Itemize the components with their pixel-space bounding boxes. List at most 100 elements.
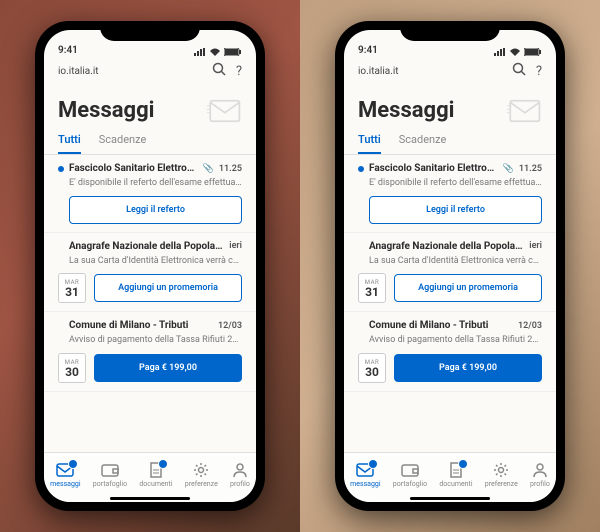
nav-profilo[interactable]: profilo: [530, 461, 550, 488]
tab-tutti[interactable]: Tutti: [358, 133, 381, 154]
nav-label: documenti: [139, 480, 172, 488]
phone-frame: 9:41 io.italia.it ? Messaggi Tutti: [335, 21, 565, 511]
message-action-button[interactable]: Leggi il referto: [69, 196, 242, 224]
screen: 9:41 io.italia.it ? Messaggi Tutti: [344, 30, 556, 502]
header-row: io.italia.it ?: [44, 58, 256, 84]
search-icon[interactable]: [512, 62, 526, 80]
message-body: La sua Carta d'Identità Elettronica verr…: [69, 256, 242, 268]
nav-preferenze[interactable]: preferenze: [485, 461, 518, 488]
nav-label: preferenze: [185, 480, 218, 488]
message-item[interactable]: Fascicolo Sanitario Elettronico 📎 11.25 …: [44, 155, 256, 233]
preferenze-icon: [193, 461, 209, 479]
message-action-button[interactable]: Paga € 199,00: [94, 354, 242, 382]
message-time: ieri: [229, 241, 242, 251]
message-item[interactable]: Anagrafe Nazionale della Popolazione … i…: [344, 233, 556, 313]
message-list: Fascicolo Sanitario Elettronico 📎 11.25 …: [44, 155, 256, 452]
message-item[interactable]: Comune di Milano - Tributi 12/03 Avviso …: [44, 312, 256, 392]
nav-label: messaggi: [350, 480, 380, 488]
portafoglio-icon: [101, 461, 119, 479]
message-time: 12/03: [218, 321, 242, 331]
search-icon[interactable]: [212, 62, 226, 80]
documenti-icon: [148, 461, 164, 479]
nav-badge: [158, 459, 168, 469]
nav-badge: [368, 459, 378, 469]
message-body: Avviso di pagamento della Tassa Rifiuti …: [69, 335, 242, 347]
home-indicator: [410, 497, 490, 500]
url: io.italia.it: [358, 66, 399, 77]
message-list: Fascicolo Sanitario Elettronico 📎 11.25 …: [344, 155, 556, 452]
tab-tutti[interactable]: Tutti: [58, 133, 81, 154]
status-time: 9:41: [358, 45, 378, 56]
page-title: Messaggi: [58, 98, 154, 123]
page-title: Messaggi: [358, 98, 454, 123]
message-title: Comune di Milano - Tributi: [369, 320, 513, 331]
home-indicator: [110, 497, 190, 500]
message-action-button[interactable]: Aggiungi un promemoria: [94, 274, 242, 302]
envelope-icon: [506, 99, 542, 123]
photo-brick-bg: 9:41 io.italia.it ? Messaggi Tutti: [0, 0, 300, 532]
messaggi-icon: [356, 461, 374, 479]
unread-dot: [358, 166, 364, 172]
message-action-button[interactable]: Aggiungi un promemoria: [394, 274, 542, 302]
tab-scadenze[interactable]: Scadenze: [99, 133, 147, 154]
phone-frame: 9:41 io.italia.it ? Messaggi Tutti: [35, 21, 265, 511]
profilo-icon: [532, 461, 548, 479]
nav-messaggi[interactable]: messaggi: [350, 461, 380, 488]
nav-label: profilo: [230, 480, 250, 488]
message-title: Anagrafe Nazionale della Popolazione …: [369, 241, 524, 252]
message-item[interactable]: Comune di Milano - Tributi 12/03 Avviso …: [344, 312, 556, 392]
nav-label: preferenze: [485, 480, 518, 488]
nav-badge: [68, 459, 78, 469]
header-row: io.italia.it ?: [344, 58, 556, 84]
message-time: 11.25: [219, 164, 242, 174]
tabs: Tutti Scadenze: [344, 127, 556, 155]
message-title: Fascicolo Sanitario Elettronico: [369, 163, 498, 174]
envelope-icon: [206, 99, 242, 123]
tab-scadenze[interactable]: Scadenze: [399, 133, 447, 154]
status-time: 9:41: [58, 45, 78, 56]
unread-dot: [58, 166, 64, 172]
nav-label: messaggi: [50, 480, 80, 488]
nav-portafoglio[interactable]: portafoglio: [93, 461, 127, 488]
message-action-button[interactable]: Paga € 199,00: [394, 354, 542, 382]
message-item[interactable]: Anagrafe Nazionale della Popolazione … i…: [44, 233, 256, 313]
photo-bokeh-bg: 9:41 io.italia.it ? Messaggi Tutti: [300, 0, 600, 532]
nav-label: profilo: [530, 480, 550, 488]
date-badge: MAR30: [358, 353, 386, 383]
nav-preferenze[interactable]: preferenze: [185, 461, 218, 488]
nav-portafoglio[interactable]: portafoglio: [393, 461, 427, 488]
message-time: 11.25: [519, 164, 542, 174]
message-body: Avviso di pagamento della Tassa Rifiuti …: [369, 335, 542, 347]
nav-label: documenti: [439, 480, 472, 488]
message-title: Fascicolo Sanitario Elettronico: [69, 163, 198, 174]
message-body: E' disponibile il referto dell'esame eff…: [369, 178, 542, 190]
message-time: 12/03: [518, 321, 542, 331]
help-icon[interactable]: ?: [536, 64, 542, 79]
message-item[interactable]: Fascicolo Sanitario Elettronico 📎 11.25 …: [344, 155, 556, 233]
message-title: Anagrafe Nazionale della Popolazione …: [69, 241, 224, 252]
help-icon[interactable]: ?: [236, 64, 242, 79]
bottom-nav: messaggi portafoglio documenti preferenz…: [44, 452, 256, 502]
message-title: Comune di Milano - Tributi: [69, 320, 213, 331]
url: io.italia.it: [58, 66, 99, 77]
documenti-icon: [448, 461, 464, 479]
nav-documenti[interactable]: documenti: [139, 461, 172, 488]
attachment-icon: 📎: [503, 164, 514, 174]
message-body: E' disponibile il referto dell'esame eff…: [69, 178, 242, 190]
message-action-button[interactable]: Leggi il referto: [369, 196, 542, 224]
profilo-icon: [232, 461, 248, 479]
messaggi-icon: [56, 461, 74, 479]
preferenze-icon: [493, 461, 509, 479]
tabs: Tutti Scadenze: [44, 127, 256, 155]
nav-messaggi[interactable]: messaggi: [50, 461, 80, 488]
status-icons: [194, 48, 242, 56]
message-body: La sua Carta d'Identità Elettronica verr…: [369, 256, 542, 268]
status-icons: [494, 48, 542, 56]
nav-profilo[interactable]: profilo: [230, 461, 250, 488]
portafoglio-icon: [401, 461, 419, 479]
nav-documenti[interactable]: documenti: [439, 461, 472, 488]
attachment-icon: 📎: [203, 164, 214, 174]
nav-badge: [458, 459, 468, 469]
message-time: ieri: [529, 241, 542, 251]
nav-label: portafoglio: [393, 480, 427, 488]
